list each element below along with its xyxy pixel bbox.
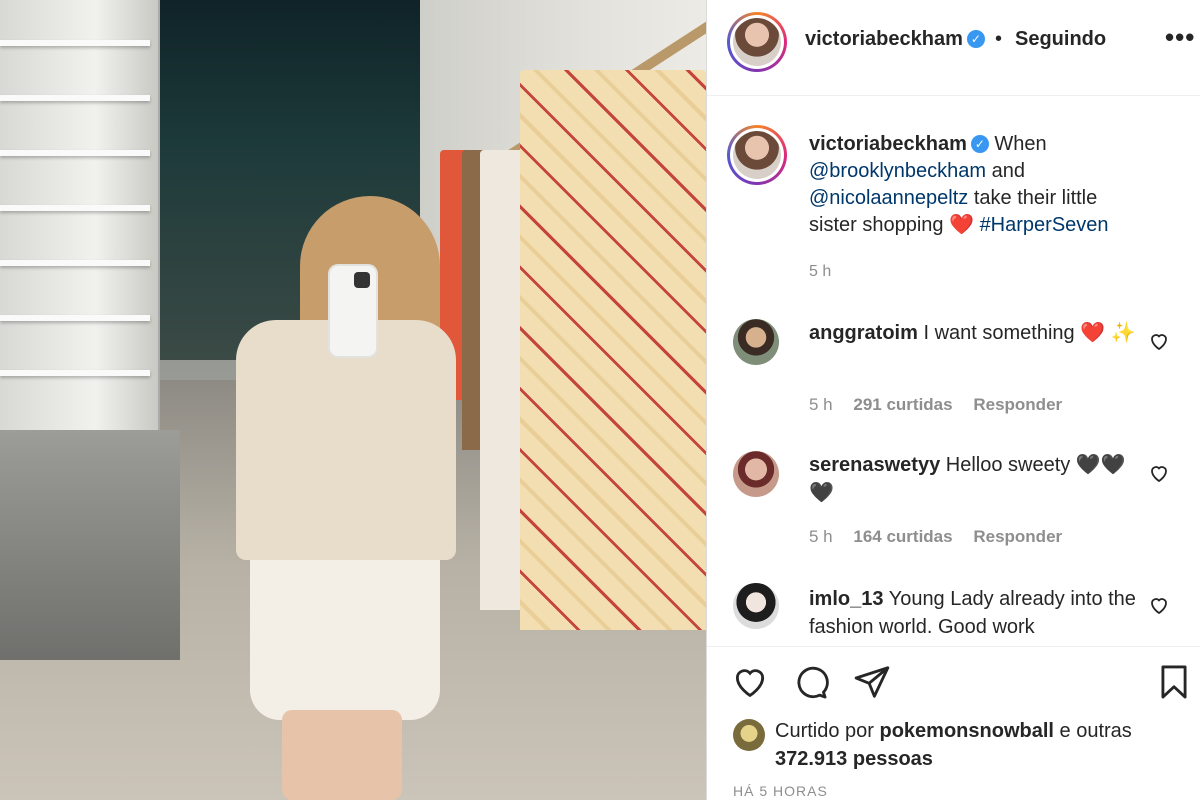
- heart-icon[interactable]: [1147, 329, 1171, 353]
- post-photo[interactable]: [0, 0, 706, 800]
- comment-icon[interactable]: [791, 663, 829, 701]
- phone: [330, 266, 376, 356]
- girl-jacket: [236, 320, 456, 560]
- liked-by-text: Curtido por pokemonsnowball e outras 372…: [775, 720, 1132, 770]
- comments-section[interactable]: victoriabeckham ✓ When @brooklynbeckham a…: [707, 97, 1200, 645]
- heart-icon[interactable]: [1147, 461, 1171, 485]
- girl-legs: [282, 710, 402, 800]
- commenter-avatar[interactable]: [733, 319, 779, 365]
- caption-username[interactable]: victoriabeckham: [809, 133, 967, 155]
- separator-dot: •: [995, 28, 1003, 50]
- comment-likes[interactable]: 164 curtidas: [853, 527, 952, 546]
- share-icon[interactable]: [853, 663, 891, 701]
- comment-time[interactable]: 5 h: [809, 395, 833, 414]
- caption-text: When: [994, 133, 1047, 155]
- caption-time[interactable]: 5 h: [809, 263, 831, 281]
- comment-meta: 5 h 291 curtidas Responder: [809, 395, 1078, 415]
- post-header: victoriabeckham ✓ • Seguindo •••: [707, 0, 1200, 96]
- commenter-username[interactable]: anggratoim: [809, 322, 918, 344]
- liker-username[interactable]: pokemonsnowball: [880, 720, 1054, 742]
- garment-patterned: [520, 70, 706, 630]
- post-details-panel: victoriabeckham ✓ • Seguindo ••• victoria…: [706, 0, 1200, 800]
- heart-emoji: ❤️: [949, 214, 974, 236]
- comment-text: anggratoim I want something ❤️ ✨: [809, 322, 1136, 344]
- bookmark-icon[interactable]: [1155, 663, 1193, 701]
- post-actions: Curtido por pokemonsnowball e outras 372…: [707, 646, 1200, 800]
- likes-count[interactable]: 372.913: [775, 748, 847, 770]
- heart-icon[interactable]: [1147, 593, 1171, 617]
- commenter-avatar[interactable]: [733, 451, 779, 497]
- post-caption: victoriabeckham ✓ When @brooklynbeckham a…: [809, 131, 1149, 239]
- verified-badge-icon: ✓: [970, 135, 989, 153]
- commenter-username[interactable]: serenaswetyy: [809, 454, 940, 476]
- hashtag-link[interactable]: #HarperSeven: [980, 214, 1109, 236]
- reply-button[interactable]: Responder: [973, 527, 1062, 546]
- comment-likes[interactable]: 291 curtidas: [853, 395, 952, 414]
- author-avatar[interactable]: [727, 12, 787, 72]
- caption-text: and: [991, 160, 1025, 182]
- display-counter: [0, 430, 180, 660]
- reply-button[interactable]: Responder: [973, 395, 1062, 414]
- following-button[interactable]: Seguindo: [1015, 28, 1106, 51]
- caption-author-avatar[interactable]: [727, 125, 787, 185]
- comment-text: imlo_13 Young Lady already into the fash…: [809, 588, 1136, 638]
- verified-badge-icon: ✓: [966, 30, 985, 48]
- mention-link[interactable]: @brooklynbeckham: [809, 160, 986, 182]
- author-username[interactable]: victoriabeckham ✓: [805, 28, 985, 51]
- heart-icon[interactable]: [731, 663, 769, 701]
- comment-text: serenaswetyy Helloo sweety 🖤🖤 🖤: [809, 454, 1126, 504]
- comment-meta: 5 h 164 curtidas Responder: [809, 527, 1078, 547]
- comment-time[interactable]: 5 h: [809, 527, 833, 546]
- liker-avatar[interactable]: [733, 719, 765, 751]
- commenter-avatar[interactable]: [733, 583, 779, 629]
- commenter-username[interactable]: imlo_13: [809, 588, 883, 610]
- post-time[interactable]: HÁ 5 HORAS: [733, 783, 828, 799]
- more-icon[interactable]: •••: [1165, 22, 1195, 53]
- mention-link[interactable]: @nicolaannepeltz: [809, 187, 968, 209]
